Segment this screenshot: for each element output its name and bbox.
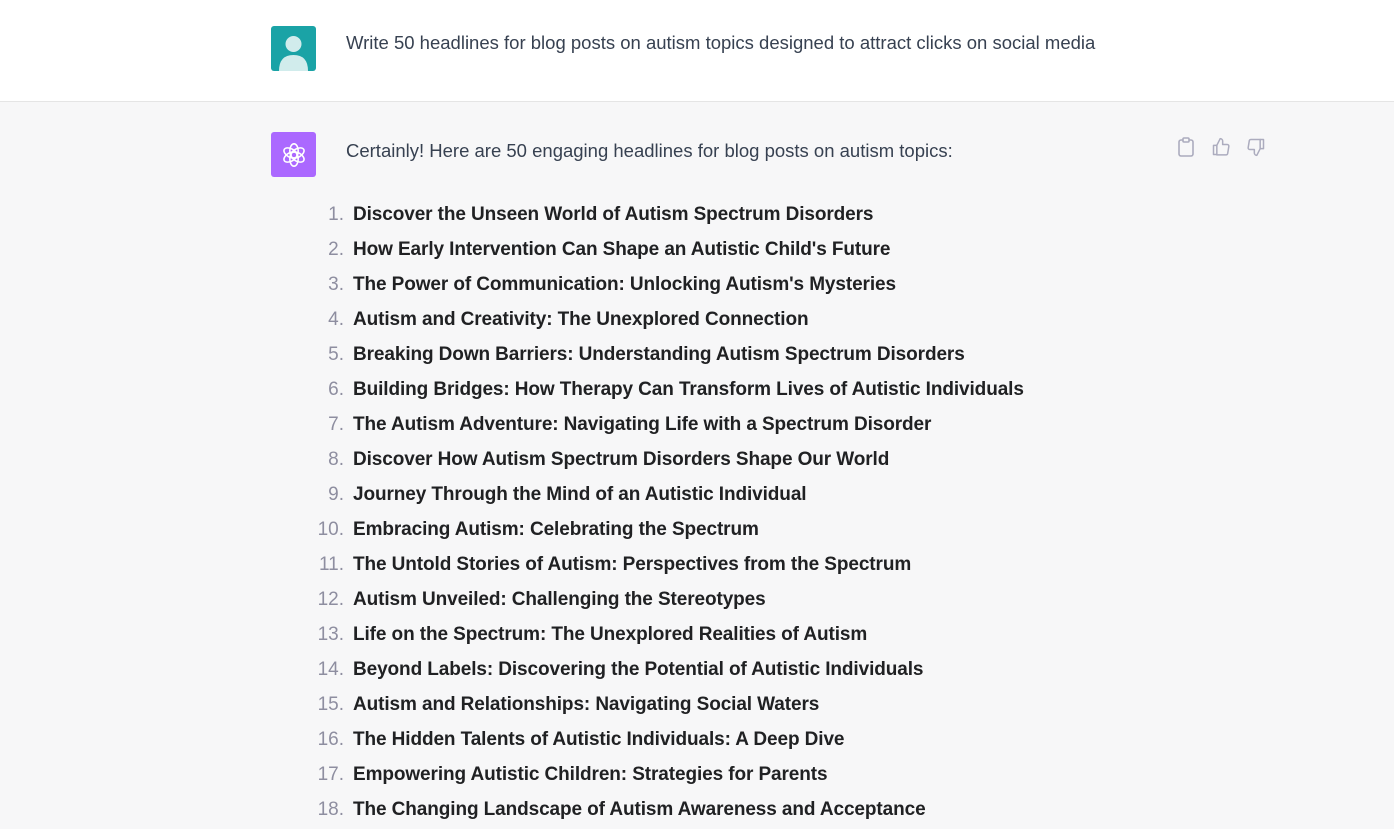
list-item: 4. Autism and Creativity: The Unexplored …: [300, 302, 1024, 337]
list-item-title: Discover How Autism Spectrum Disorders S…: [353, 448, 890, 470]
list-item-number: 3.: [328, 273, 344, 295]
list-item-number: 18.: [317, 798, 344, 820]
user-avatar: [271, 26, 316, 71]
list-item: 2. How Early Intervention Can Shape an Au…: [300, 232, 1024, 267]
list-item: 13. Life on the Spectrum: The Unexplored …: [300, 617, 1024, 652]
assistant-avatar: [271, 132, 316, 177]
list-item: 18. The Changing Landscape of Autism Awar…: [300, 792, 1024, 827]
list-item-title: Breaking Down Barriers: Understanding Au…: [353, 343, 965, 365]
list-item-number: 4.: [328, 308, 344, 330]
list-item-title: The Autism Adventure: Navigating Life wi…: [353, 413, 932, 435]
list-item: 14. Beyond Labels: Discovering the Potent…: [300, 652, 1024, 687]
list-item-title: Discover the Unseen World of Autism Spec…: [353, 203, 874, 225]
list-item: 16. The Hidden Talents of Autistic Indivi…: [300, 722, 1024, 757]
list-item-title: The Hidden Talents of Autistic Individua…: [353, 728, 845, 750]
list-item-number: 2.: [328, 238, 344, 260]
user-avatar-icon: [279, 36, 308, 71]
list-item: 6. Building Bridges: How Therapy Can Tran…: [300, 372, 1024, 407]
clipboard-icon: [1178, 137, 1194, 157]
thumbs-up-button[interactable]: [1210, 136, 1232, 158]
thumbs-down-icon: [1247, 138, 1265, 157]
assistant-message-row: Certainly! Here are 50 engaging headline…: [0, 102, 1394, 829]
list-item-title: The Changing Landscape of Autism Awarene…: [353, 798, 926, 820]
list-item-number: 1.: [328, 203, 344, 225]
list-item: 3. The Power of Communication: Unlocking …: [300, 267, 1024, 302]
list-item-title: Autism and Relationships: Navigating Soc…: [353, 693, 820, 715]
list-item-number: 5.: [328, 343, 344, 365]
list-item-title: How Early Intervention Can Shape an Auti…: [353, 238, 891, 260]
openai-logo-icon: [282, 142, 305, 167]
copy-button[interactable]: [1175, 136, 1197, 158]
list-item: 5. Breaking Down Barriers: Understanding …: [300, 337, 1024, 372]
list-item: 15. Autism and Relationships: Navigating …: [300, 687, 1024, 722]
list-item-title: Autism and Creativity: The Unexplored Co…: [353, 308, 809, 330]
list-item-title: The Untold Stories of Autism: Perspectiv…: [353, 553, 912, 575]
thumbs-down-button[interactable]: [1245, 136, 1267, 158]
list-item: 12. Autism Unveiled: Challenging the Ster…: [300, 582, 1024, 617]
list-item-number: 6.: [328, 378, 344, 400]
list-item-number: 14.: [317, 658, 344, 680]
list-item: 9. Journey Through the Mind of an Autisti…: [300, 477, 1024, 512]
list-item: 10. Embracing Autism: Celebrating the Spe…: [300, 512, 1024, 547]
list-item-number: 10.: [317, 518, 344, 540]
list-item-title: Building Bridges: How Therapy Can Transf…: [353, 378, 1024, 400]
list-item-title: Journey Through the Mind of an Autistic …: [353, 483, 807, 505]
list-item-number: 9.: [328, 483, 344, 505]
list-item-number: 8.: [328, 448, 344, 470]
list-item: 17. Empowering Autistic Children: Strateg…: [300, 757, 1024, 792]
list-item: 7. The Autism Adventure: Navigating Life …: [300, 407, 1024, 442]
user-message-text: Write 50 headlines for blog posts on aut…: [346, 32, 1096, 53]
list-item-number: 12.: [317, 588, 344, 610]
list-item-title: The Power of Communication: Unlocking Au…: [353, 273, 896, 295]
user-message-row: Write 50 headlines for blog posts on aut…: [0, 0, 1394, 102]
list-item-number: 13.: [317, 623, 344, 645]
thumbs-up-icon: [1212, 137, 1230, 156]
list-item-number: 17.: [317, 763, 344, 785]
list-item: 1. Discover the Unseen World of Autism Sp…: [300, 197, 1024, 232]
message-actions: [1175, 136, 1267, 158]
list-item-number: 15.: [317, 693, 344, 715]
list-item-number: 16.: [317, 728, 344, 750]
list-item-title: Autism Unveiled: Challenging the Stereot…: [353, 588, 766, 610]
headline-list: 1. Discover the Unseen World of Autism Sp…: [300, 197, 1024, 827]
list-item: 8. Discover How Autism Spectrum Disorders…: [300, 442, 1024, 477]
list-item-title: Life on the Spectrum: The Unexplored Rea…: [353, 623, 868, 645]
list-item: 11. The Untold Stories of Autism: Perspec…: [300, 547, 1024, 582]
list-item-title: Beyond Labels: Discovering the Potential…: [353, 658, 924, 680]
list-item-title: Embracing Autism: Celebrating the Spectr…: [353, 518, 759, 540]
list-item-number: 7.: [328, 413, 344, 435]
assistant-intro-text: Certainly! Here are 50 engaging headline…: [346, 140, 953, 161]
list-item-number: 11.: [318, 553, 344, 575]
list-item-title: Empowering Autistic Children: Strategies…: [353, 763, 828, 785]
